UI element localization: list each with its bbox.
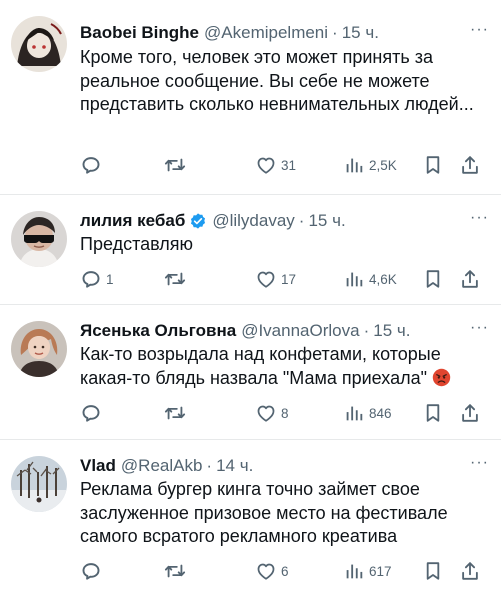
- share-icon: [459, 268, 481, 290]
- like-button[interactable]: 31: [255, 153, 296, 177]
- repost-icon: [164, 154, 186, 176]
- tweet[interactable]: Ясенька Ольговна @IvannaOrlova · 15 ч. ·…: [0, 305, 501, 440]
- reply-button[interactable]: 1: [80, 267, 114, 291]
- author-name[interactable]: Ясенька Ольговна: [80, 321, 236, 341]
- bookmark-button[interactable]: [422, 153, 444, 177]
- like-button[interactable]: 8: [255, 401, 289, 425]
- tweet-text: Представляю: [80, 234, 194, 254]
- author-name[interactable]: лилия кебаб: [80, 211, 185, 231]
- bookmark-button[interactable]: [422, 559, 444, 583]
- views-icon: [343, 402, 365, 424]
- more-options-icon[interactable]: ···: [470, 209, 489, 227]
- reply-button[interactable]: [80, 559, 106, 583]
- views-icon: [343, 154, 365, 176]
- share-icon: [459, 560, 481, 582]
- share-icon: [459, 402, 481, 424]
- author-handle[interactable]: @RealAkb: [121, 456, 203, 476]
- repost-icon: [164, 560, 186, 582]
- angry-face-icon: [432, 368, 451, 386]
- author-handle[interactable]: @lilydavay: [212, 211, 294, 231]
- view-count: 2,5K: [369, 157, 397, 173]
- separator: ·: [363, 321, 370, 340]
- like-count: 8: [281, 405, 289, 421]
- like-button[interactable]: 17: [255, 267, 296, 291]
- author-handle[interactable]: @IvannaOrlova: [241, 321, 359, 341]
- bookmark-button[interactable]: [422, 267, 444, 291]
- tweet[interactable]: Vlad @RealAkb · 14 ч. ··· Реклама бургер…: [0, 440, 501, 600]
- author-handle[interactable]: @Akemipelmeni: [204, 23, 328, 43]
- view-count: 846: [369, 405, 392, 421]
- like-count: 6: [281, 563, 289, 579]
- avatar[interactable]: [11, 321, 67, 377]
- share-button[interactable]: [459, 267, 481, 291]
- repost-button[interactable]: [164, 153, 190, 177]
- like-count: 31: [281, 157, 297, 173]
- views-icon: [343, 268, 365, 290]
- repost-button[interactable]: [164, 401, 190, 425]
- tweet-actions: 6 617: [80, 559, 485, 583]
- separator: ·: [298, 211, 305, 230]
- tweet-text: Кроме того, человек это может принять за…: [80, 47, 474, 114]
- bookmark-button[interactable]: [422, 401, 444, 425]
- tweet[interactable]: Baobei Binghe @Akemipelmeni · 15 ч. ··· …: [0, 0, 501, 195]
- like-icon: [255, 560, 277, 582]
- like-count: 17: [281, 271, 297, 287]
- avatar[interactable]: [11, 16, 67, 72]
- tweet-actions: 8 846: [80, 401, 485, 425]
- tweet[interactable]: лилия кебаб @lilydavay · 15 ч. ··· Предс…: [0, 195, 501, 305]
- views-icon: [343, 560, 365, 582]
- author-name[interactable]: Vlad: [80, 456, 116, 476]
- view-count: 4,6K: [369, 271, 397, 287]
- reply-icon: [80, 402, 102, 424]
- share-button[interactable]: [459, 401, 481, 425]
- reply-count: 1: [106, 271, 114, 287]
- more-options-icon[interactable]: ···: [470, 454, 489, 472]
- reply-icon: [80, 154, 102, 176]
- separator: ·: [206, 456, 213, 475]
- repost-icon: [164, 268, 186, 290]
- timestamp[interactable]: 15 ч.: [342, 23, 379, 43]
- share-button[interactable]: [459, 559, 481, 583]
- reply-button[interactable]: [80, 401, 106, 425]
- bookmark-icon: [422, 402, 444, 424]
- tweet-text: Реклама бургер кинга точно займет свое з…: [80, 479, 448, 546]
- like-icon: [255, 154, 277, 176]
- reply-button[interactable]: [80, 153, 106, 177]
- reply-icon: [80, 560, 102, 582]
- like-icon: [255, 402, 277, 424]
- views-button[interactable]: 617: [343, 559, 392, 583]
- like-icon: [255, 268, 277, 290]
- avatar[interactable]: [11, 211, 67, 267]
- views-button[interactable]: 846: [343, 401, 392, 425]
- repost-icon: [164, 402, 186, 424]
- tweet-text-content: Как-то возрыдала над конфетами, которые …: [80, 344, 441, 388]
- bookmark-icon: [422, 268, 444, 290]
- timestamp[interactable]: 15 ч.: [308, 211, 345, 231]
- bookmark-icon: [422, 560, 444, 582]
- tweet-text: Как-то возрыдала над конфетами, которые …: [80, 343, 483, 390]
- more-options-icon[interactable]: ···: [470, 21, 489, 39]
- tweet-feed: Baobei Binghe @Akemipelmeni · 15 ч. ··· …: [0, 0, 501, 600]
- more-options-icon[interactable]: ···: [470, 319, 489, 337]
- reply-icon: [80, 268, 102, 290]
- view-count: 617: [369, 563, 392, 579]
- like-button[interactable]: 6: [255, 559, 289, 583]
- bookmark-icon: [422, 154, 444, 176]
- views-button[interactable]: 4,6K: [343, 267, 397, 291]
- repost-button[interactable]: [164, 559, 190, 583]
- verified-badge-icon: [191, 213, 206, 229]
- views-button[interactable]: 2,5K: [343, 153, 397, 177]
- share-icon: [459, 154, 481, 176]
- author-name[interactable]: Baobei Binghe: [80, 23, 199, 43]
- separator: ·: [332, 23, 338, 42]
- repost-button[interactable]: [164, 267, 190, 291]
- timestamp[interactable]: 14 ч.: [216, 456, 253, 476]
- tweet-actions: 31 2,5K: [80, 153, 485, 177]
- timestamp[interactable]: 15 ч.: [373, 321, 410, 341]
- avatar[interactable]: [11, 456, 67, 512]
- share-button[interactable]: [459, 153, 481, 177]
- tweet-actions: 1 17 4,6K: [80, 267, 485, 291]
